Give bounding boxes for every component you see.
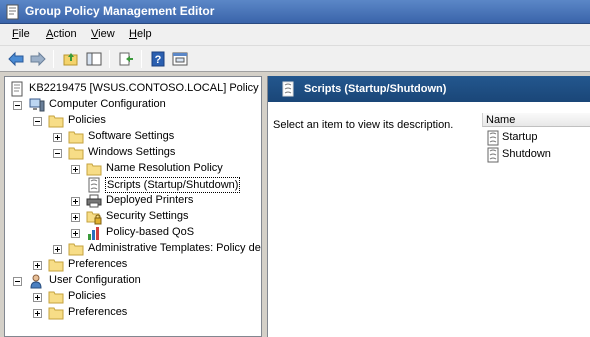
expand-icon[interactable] xyxy=(33,261,42,270)
help-button[interactable]: ? xyxy=(148,49,168,69)
folder-icon xyxy=(68,243,84,256)
tree-node-label: Preferences xyxy=(68,306,128,318)
title-bar: Group Policy Management Editor xyxy=(0,0,590,24)
toolbar-separator xyxy=(141,50,142,68)
back-arrow-icon xyxy=(8,51,24,67)
description-text: Select an item to view its description. xyxy=(273,119,454,131)
folder-icon xyxy=(86,163,102,176)
collapse-icon[interactable] xyxy=(13,101,22,110)
folder-icon xyxy=(48,307,64,320)
script-icon xyxy=(282,81,294,97)
policy-document-icon xyxy=(11,81,23,97)
tree-node-label: Name Resolution Policy xyxy=(106,162,223,174)
forward-button[interactable] xyxy=(28,49,48,69)
collapse-icon[interactable] xyxy=(13,277,22,286)
details-header: Scripts (Startup/Shutdown) xyxy=(268,76,590,102)
tree-node-label: Policies xyxy=(68,114,106,126)
svg-text:?: ? xyxy=(155,54,162,66)
expand-icon[interactable] xyxy=(71,197,80,206)
tree-node-label: Security Settings xyxy=(106,210,189,222)
list-item-label: Startup xyxy=(502,131,538,143)
tree-node-label: User Configuration xyxy=(49,274,141,286)
name-column-header[interactable]: Name xyxy=(482,113,590,127)
tree-node-label: Computer Configuration xyxy=(49,98,166,110)
expand-icon[interactable] xyxy=(33,293,42,302)
properties-icon xyxy=(172,52,188,66)
tree-node-label: KB2219475 [WSUS.CONTOSO.LOCAL] Policy xyxy=(29,82,259,94)
folder-icon xyxy=(68,131,84,144)
qos-chart-icon xyxy=(88,227,99,240)
security-icon xyxy=(86,211,102,225)
properties-button[interactable] xyxy=(170,49,190,69)
printer-icon xyxy=(86,194,102,208)
toolbar: ? xyxy=(0,46,590,72)
back-button[interactable] xyxy=(6,49,26,69)
expand-icon[interactable] xyxy=(53,133,62,142)
help-icon: ? xyxy=(151,51,165,67)
menu-file[interactable]: File xyxy=(12,28,30,40)
up-one-level-button[interactable] xyxy=(61,49,81,69)
tree-node-label: Administrative Templates: Policy defi xyxy=(88,242,262,254)
window-title: Group Policy Management Editor xyxy=(25,4,215,18)
toolbar-separator xyxy=(109,50,110,68)
menu-action[interactable]: Action xyxy=(46,28,77,40)
script-icon xyxy=(487,130,499,146)
list-item-label: Shutdown xyxy=(502,148,551,160)
expand-icon[interactable] xyxy=(71,229,80,238)
menu-bar: File Action View Help xyxy=(0,24,590,46)
group-policy-app-icon xyxy=(6,4,19,20)
forward-arrow-icon xyxy=(30,51,46,67)
folder-icon xyxy=(48,291,64,304)
toolbar-separator xyxy=(53,50,54,68)
collapse-icon[interactable] xyxy=(33,117,42,126)
menu-help[interactable]: Help xyxy=(129,28,152,40)
tree-node-label: Policies xyxy=(68,290,106,302)
folder-icon xyxy=(68,147,84,160)
details-title: Scripts (Startup/Shutdown) xyxy=(304,83,447,95)
script-icon xyxy=(487,147,499,163)
tree-node-label: Scripts (Startup/Shutdown) xyxy=(105,177,241,193)
folder-icon xyxy=(48,259,64,272)
details-pane: Scripts (Startup/Shutdown) Select an ite… xyxy=(267,76,590,337)
collapse-icon[interactable] xyxy=(53,149,62,158)
folder-icon xyxy=(48,115,64,128)
export-list-button[interactable] xyxy=(116,49,136,69)
tree-node-label: Deployed Printers xyxy=(106,194,194,206)
tree-node-label: Policy-based QoS xyxy=(106,226,195,238)
expand-icon[interactable] xyxy=(71,165,80,174)
tree-node-label: Windows Settings xyxy=(88,146,176,158)
expand-icon[interactable] xyxy=(71,213,80,222)
show-hide-tree-icon xyxy=(86,52,102,66)
tree-node-label: Preferences xyxy=(68,258,128,270)
export-list-icon xyxy=(119,52,133,66)
expand-icon[interactable] xyxy=(53,245,62,254)
script-icon xyxy=(88,177,100,193)
expand-icon[interactable] xyxy=(33,309,42,318)
user-icon xyxy=(30,274,42,289)
tree-node-label: Software Settings xyxy=(88,130,175,142)
menu-view[interactable]: View xyxy=(91,28,115,40)
up-folder-icon xyxy=(63,53,78,66)
computer-icon xyxy=(29,98,45,112)
show-hide-console-tree-button[interactable] xyxy=(84,49,104,69)
console-tree[interactable]: KB2219475 [WSUS.CONTOSO.LOCAL] Policy Co… xyxy=(4,76,262,337)
